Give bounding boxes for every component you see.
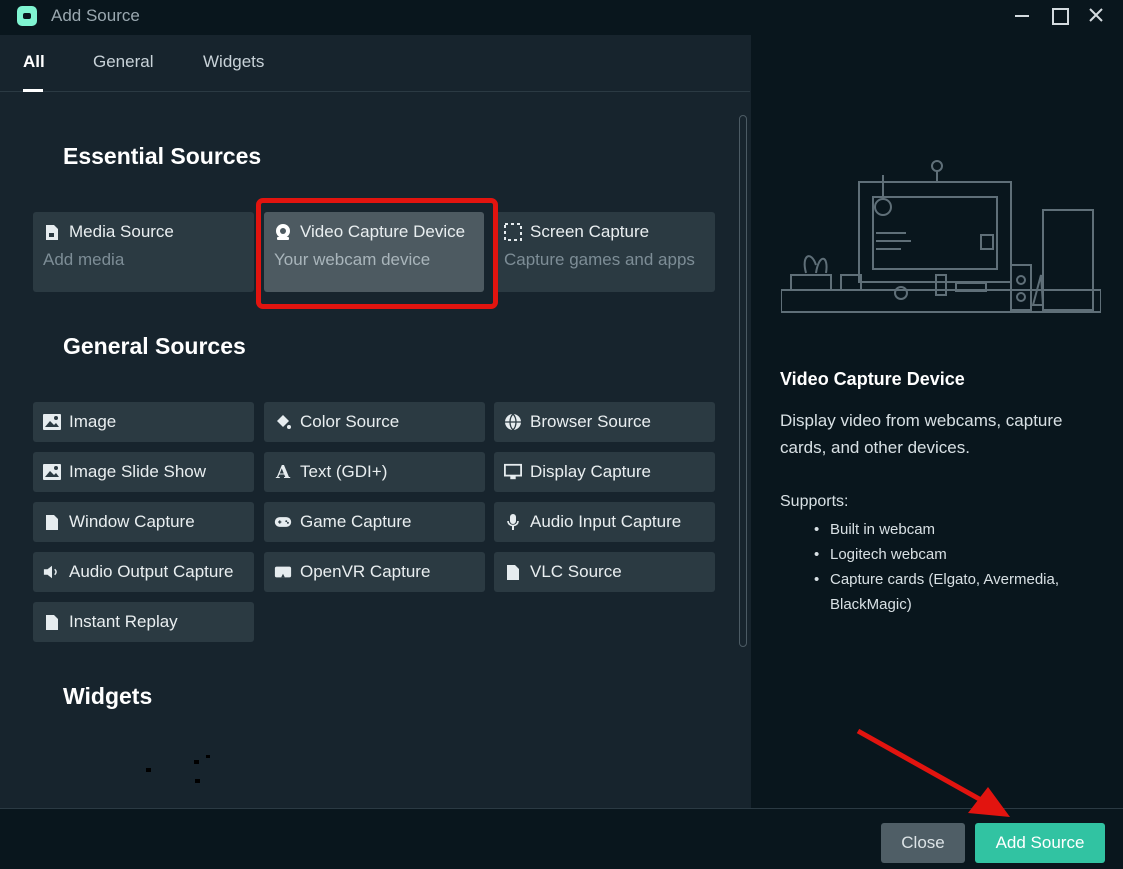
app-logo-icon [17, 6, 37, 26]
screen-capture-icon [504, 223, 522, 241]
image-icon [43, 463, 61, 481]
source-tile-label: OpenVR Capture [300, 562, 431, 581]
source-tile-label: Audio Output Capture [69, 562, 234, 581]
paint-bucket-icon [274, 413, 292, 431]
section-title-widgets: Widgets [63, 683, 153, 709]
tab-bar: All General Widgets [0, 35, 750, 92]
source-tile-window-capture[interactable]: Window Capture [33, 502, 254, 542]
window-title: Add Source [51, 6, 140, 25]
source-card-title: Screen Capture [530, 222, 650, 241]
source-card-title: Media Source [69, 222, 174, 241]
source-tile-browser[interactable]: Browser Source [494, 402, 715, 442]
source-tile-label: Image [69, 412, 117, 431]
widget-illustration [146, 755, 210, 783]
highlight-annotation [256, 198, 498, 309]
video-capture-illustration [781, 160, 1101, 313]
source-card-subtitle: Add media [43, 250, 125, 269]
file-video-icon [43, 223, 61, 241]
image-icon [43, 413, 61, 431]
microphone-icon [504, 513, 522, 531]
maximize-icon[interactable] [1047, 3, 1071, 27]
source-tile-label: Instant Replay [69, 612, 178, 631]
source-details-panel: Video Capture Device Display video from … [751, 35, 1123, 808]
globe-icon [504, 413, 522, 431]
minimize-icon[interactable] [1010, 3, 1034, 27]
supports-item: Capture cards (Elgato, Avermedia, BlackM… [814, 567, 1100, 617]
source-tile-label: Window Capture [69, 512, 195, 531]
close-button[interactable]: Close [881, 823, 965, 863]
source-tile-label: Text (GDI+) [300, 462, 388, 481]
supports-item: Built in webcam [814, 517, 1100, 542]
source-tile-audio-output[interactable]: Audio Output Capture [33, 552, 254, 592]
vr-headset-icon [274, 563, 292, 581]
source-tile-vlc[interactable]: VLC Source [494, 552, 715, 592]
source-tile-text[interactable]: A Text (GDI+) [264, 452, 485, 492]
tab-general[interactable]: General [93, 52, 153, 72]
tab-all[interactable]: All [23, 52, 45, 72]
details-description: Display video from webcams, capture card… [780, 411, 1063, 457]
file-icon [43, 613, 61, 631]
gamepad-icon [274, 513, 292, 531]
source-tile-label: Browser Source [530, 412, 651, 431]
file-icon [504, 563, 522, 581]
title-bar: Add Source [0, 0, 1123, 35]
source-tile-label: Color Source [300, 412, 400, 431]
source-card-media[interactable]: Media Source Add media [33, 212, 254, 292]
source-list-panel: All General Widgets Essential Sources Me… [0, 35, 750, 808]
add-source-button[interactable]: Add Source [975, 823, 1105, 863]
source-tile-label: Game Capture [300, 512, 412, 531]
source-tile-label: VLC Source [530, 562, 622, 581]
details-title: Video Capture Device [780, 369, 965, 389]
source-tile-label: Display Capture [530, 462, 651, 481]
dialog-footer: Close Add Source [0, 808, 1123, 869]
speaker-icon [43, 563, 61, 581]
source-tile-openvr[interactable]: OpenVR Capture [264, 552, 485, 592]
scrollbar[interactable] [739, 115, 747, 647]
close-window-icon[interactable] [1084, 3, 1108, 27]
text-icon: A [276, 461, 290, 483]
source-tile-display-capture[interactable]: Display Capture [494, 452, 715, 492]
section-title-essential: Essential Sources [63, 143, 262, 169]
source-tile-label: Image Slide Show [69, 462, 207, 481]
source-tile-audio-input[interactable]: Audio Input Capture [494, 502, 715, 542]
supports-label: Supports: [780, 493, 849, 510]
file-icon [43, 513, 61, 531]
source-card-screen-capture[interactable]: Screen Capture Capture games and apps [494, 212, 715, 292]
source-tile-instant-replay[interactable]: Instant Replay [33, 602, 254, 642]
supports-list: Built in webcam Logitech webcam Capture … [814, 517, 1100, 617]
source-tile-game-capture[interactable]: Game Capture [264, 502, 485, 542]
supports-item: Logitech webcam [814, 542, 1100, 567]
active-tab-indicator [23, 89, 43, 92]
source-tile-color[interactable]: Color Source [264, 402, 485, 442]
source-tile-image-slideshow[interactable]: Image Slide Show [33, 452, 254, 492]
source-card-subtitle: Capture games and apps [504, 250, 695, 269]
source-tile-label: Audio Input Capture [530, 512, 682, 531]
tab-widgets[interactable]: Widgets [203, 52, 264, 72]
monitor-icon [504, 463, 522, 481]
source-tile-image[interactable]: Image [33, 402, 254, 442]
section-title-general: General Sources [63, 333, 246, 359]
